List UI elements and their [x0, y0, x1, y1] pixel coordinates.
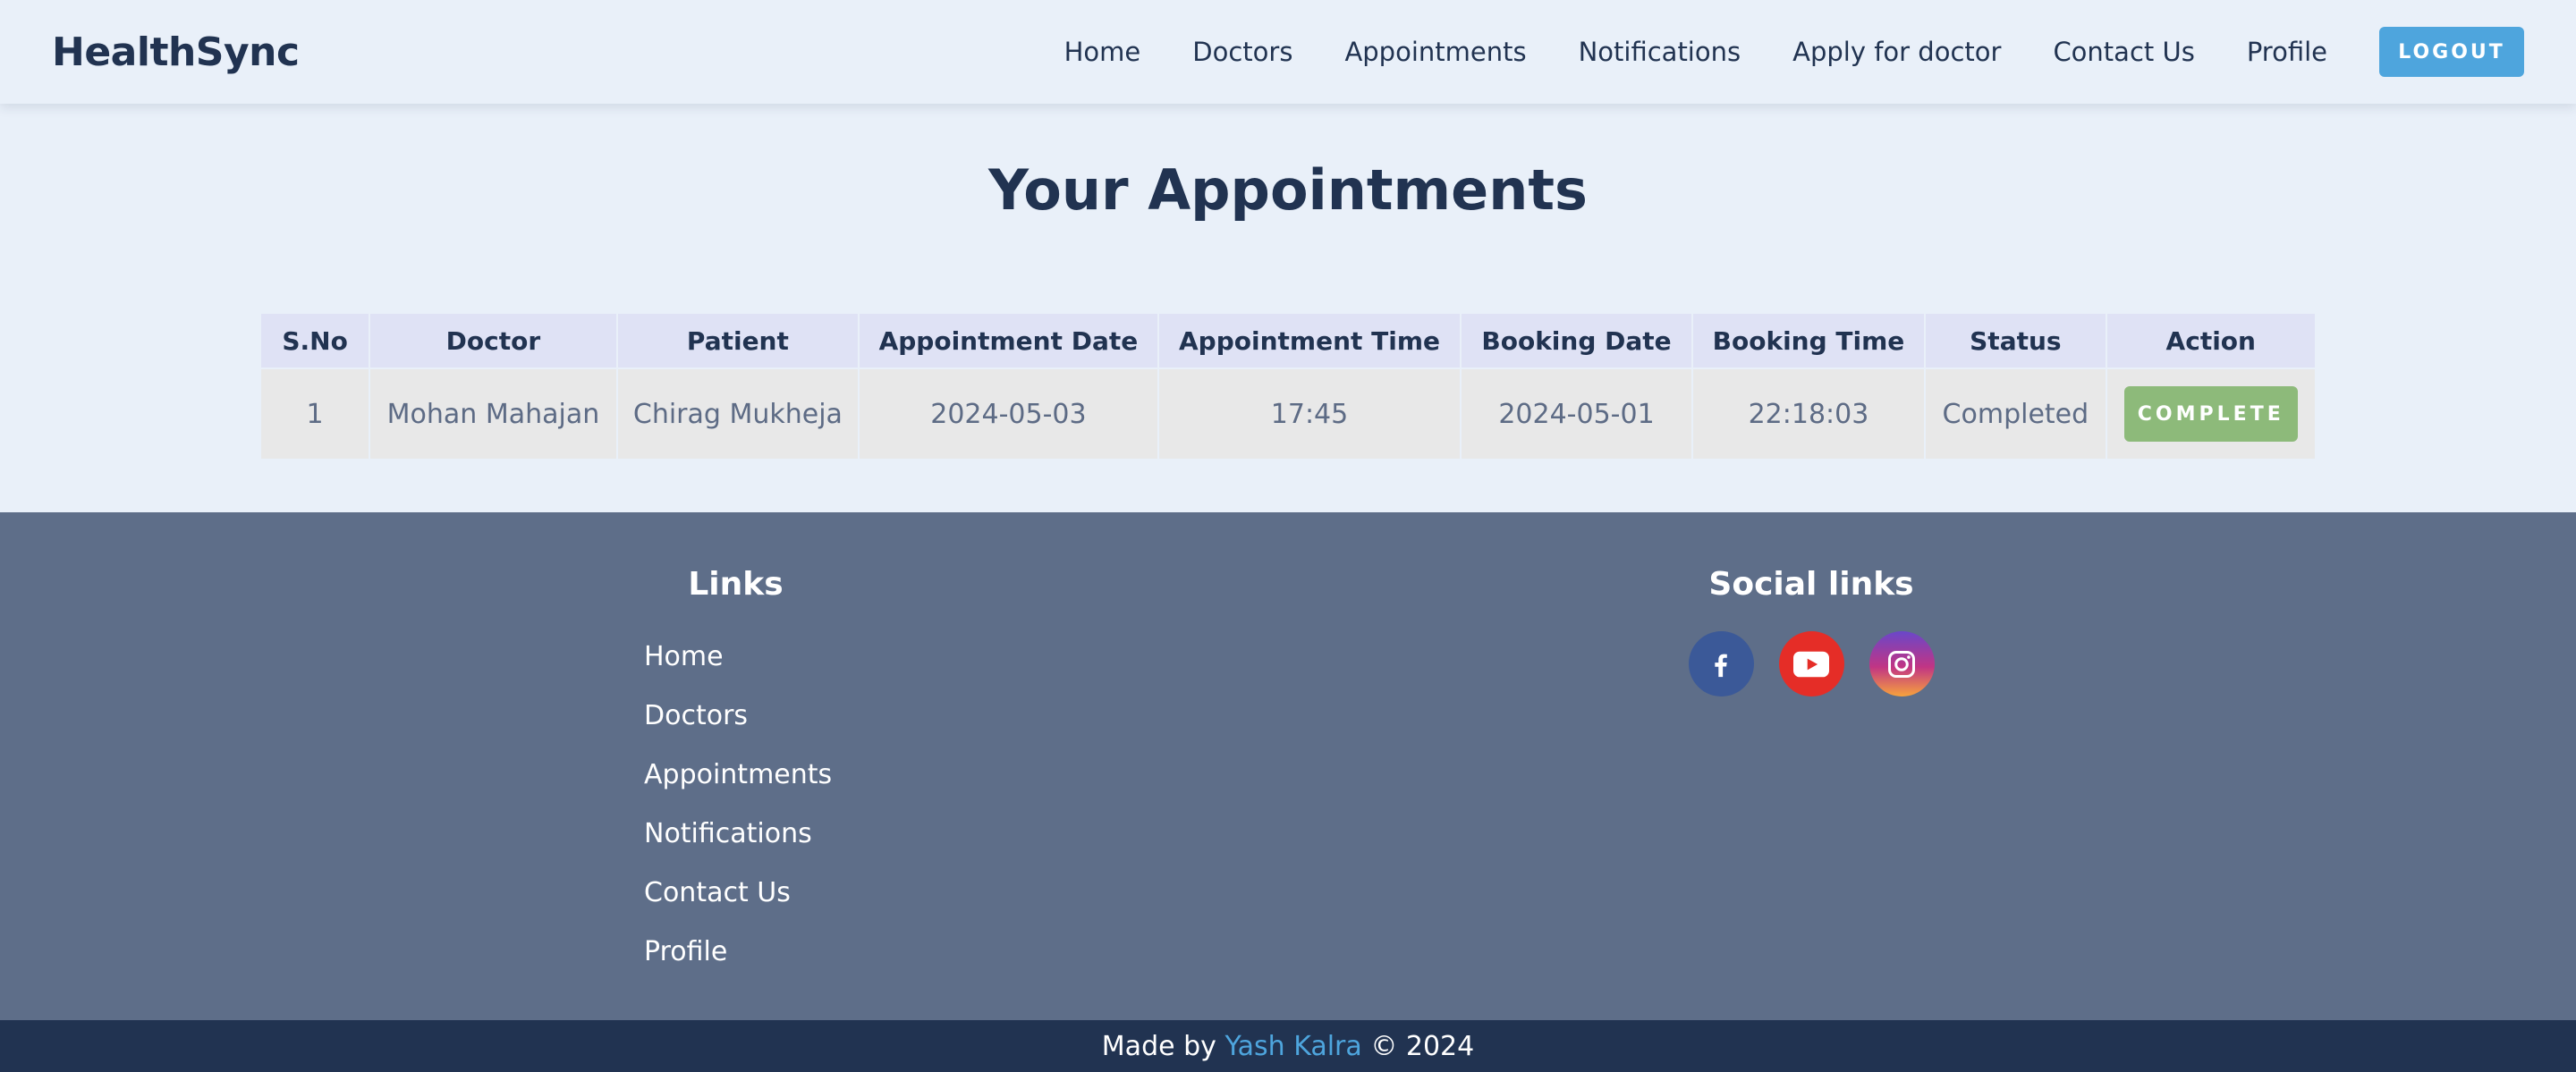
table-row: 1 Mohan Mahajan Chirag Mukheja 2024-05-0…	[261, 369, 2315, 459]
column-header-doctor: Doctor	[370, 314, 616, 367]
footer: Links Home Doctors Appointments Notifica…	[0, 512, 2576, 1020]
appointments-table: S.No Doctor Patient Appointment Date App…	[259, 312, 2317, 460]
cell-appointment-time: 17:45	[1158, 369, 1461, 459]
footer-link-doctors[interactable]: Doctors	[644, 687, 903, 746]
navbar: HealthSync Home Doctors Appointments Not…	[0, 0, 2576, 104]
nav-profile[interactable]: Profile	[2247, 37, 2327, 67]
nav-doctors[interactable]: Doctors	[1192, 37, 1292, 67]
table-header-row: S.No Doctor Patient Appointment Date App…	[261, 314, 2315, 367]
logout-button[interactable]: LOGOUT	[2379, 27, 2524, 77]
column-header-booking-time: Booking Time	[1692, 314, 1925, 367]
copyright-prefix: Made by	[1101, 1030, 1225, 1062]
author-link[interactable]: Yash Kalra	[1224, 1031, 1361, 1062]
cell-sno: 1	[261, 369, 369, 459]
nav-appointments[interactable]: Appointments	[1344, 37, 1526, 67]
footer-links-list: Home Doctors Appointments Notifications …	[644, 628, 903, 982]
nav-apply-for-doctor[interactable]: Apply for doctor	[1792, 37, 2001, 67]
column-header-sno: S.No	[261, 314, 369, 367]
column-header-status: Status	[1926, 314, 2106, 367]
column-header-appointment-time: Appointment Time	[1158, 314, 1461, 367]
facebook-icon[interactable]	[1688, 631, 1754, 696]
nav-notifications[interactable]: Notifications	[1579, 37, 1741, 67]
footer-social-section: Social links	[1682, 566, 1941, 696]
column-header-action: Action	[2106, 314, 2315, 367]
nav-home[interactable]: Home	[1064, 37, 1141, 67]
footer-link-profile[interactable]: Profile	[644, 923, 903, 982]
complete-button[interactable]: COMPLETE	[2123, 386, 2298, 442]
social-icons	[1682, 631, 1941, 696]
column-header-patient: Patient	[617, 314, 859, 367]
main-content: Your Appointments S.No Doctor Patient Ap…	[0, 104, 2576, 512]
footer-links-section: Links Home Doctors Appointments Notifica…	[644, 566, 903, 982]
youtube-icon[interactable]	[1778, 631, 1844, 696]
copyright-suffix: © 2024	[1361, 1030, 1475, 1062]
footer-link-home[interactable]: Home	[644, 628, 903, 687]
footer-links-title: Links	[688, 566, 784, 603]
footer-social-title: Social links	[1708, 566, 1914, 603]
cell-booking-date: 2024-05-01	[1462, 369, 1691, 459]
footer-link-contact-us[interactable]: Contact Us	[644, 864, 903, 923]
footer-link-appointments[interactable]: Appointments	[644, 746, 903, 805]
column-header-appointment-date: Appointment Date	[860, 314, 1157, 367]
cell-doctor: Mohan Mahajan	[370, 369, 616, 459]
nav-contact-us[interactable]: Contact Us	[2053, 37, 2194, 67]
copyright-bar: Made by Yash Kalra © 2024	[0, 1020, 2576, 1072]
column-header-booking-date: Booking Date	[1462, 314, 1691, 367]
brand-logo[interactable]: HealthSync	[52, 30, 300, 75]
cell-action: COMPLETE	[2106, 369, 2315, 459]
cell-booking-time: 22:18:03	[1692, 369, 1925, 459]
cell-patient: Chirag Mukheja	[617, 369, 859, 459]
footer-link-notifications[interactable]: Notifications	[644, 805, 903, 864]
page-title: Your Appointments	[988, 157, 1588, 223]
cell-appointment-date: 2024-05-03	[860, 369, 1157, 459]
cell-status: Completed	[1926, 369, 2106, 459]
main-nav: Home Doctors Appointments Notifications …	[1064, 27, 2524, 77]
instagram-icon[interactable]	[1868, 631, 1935, 696]
